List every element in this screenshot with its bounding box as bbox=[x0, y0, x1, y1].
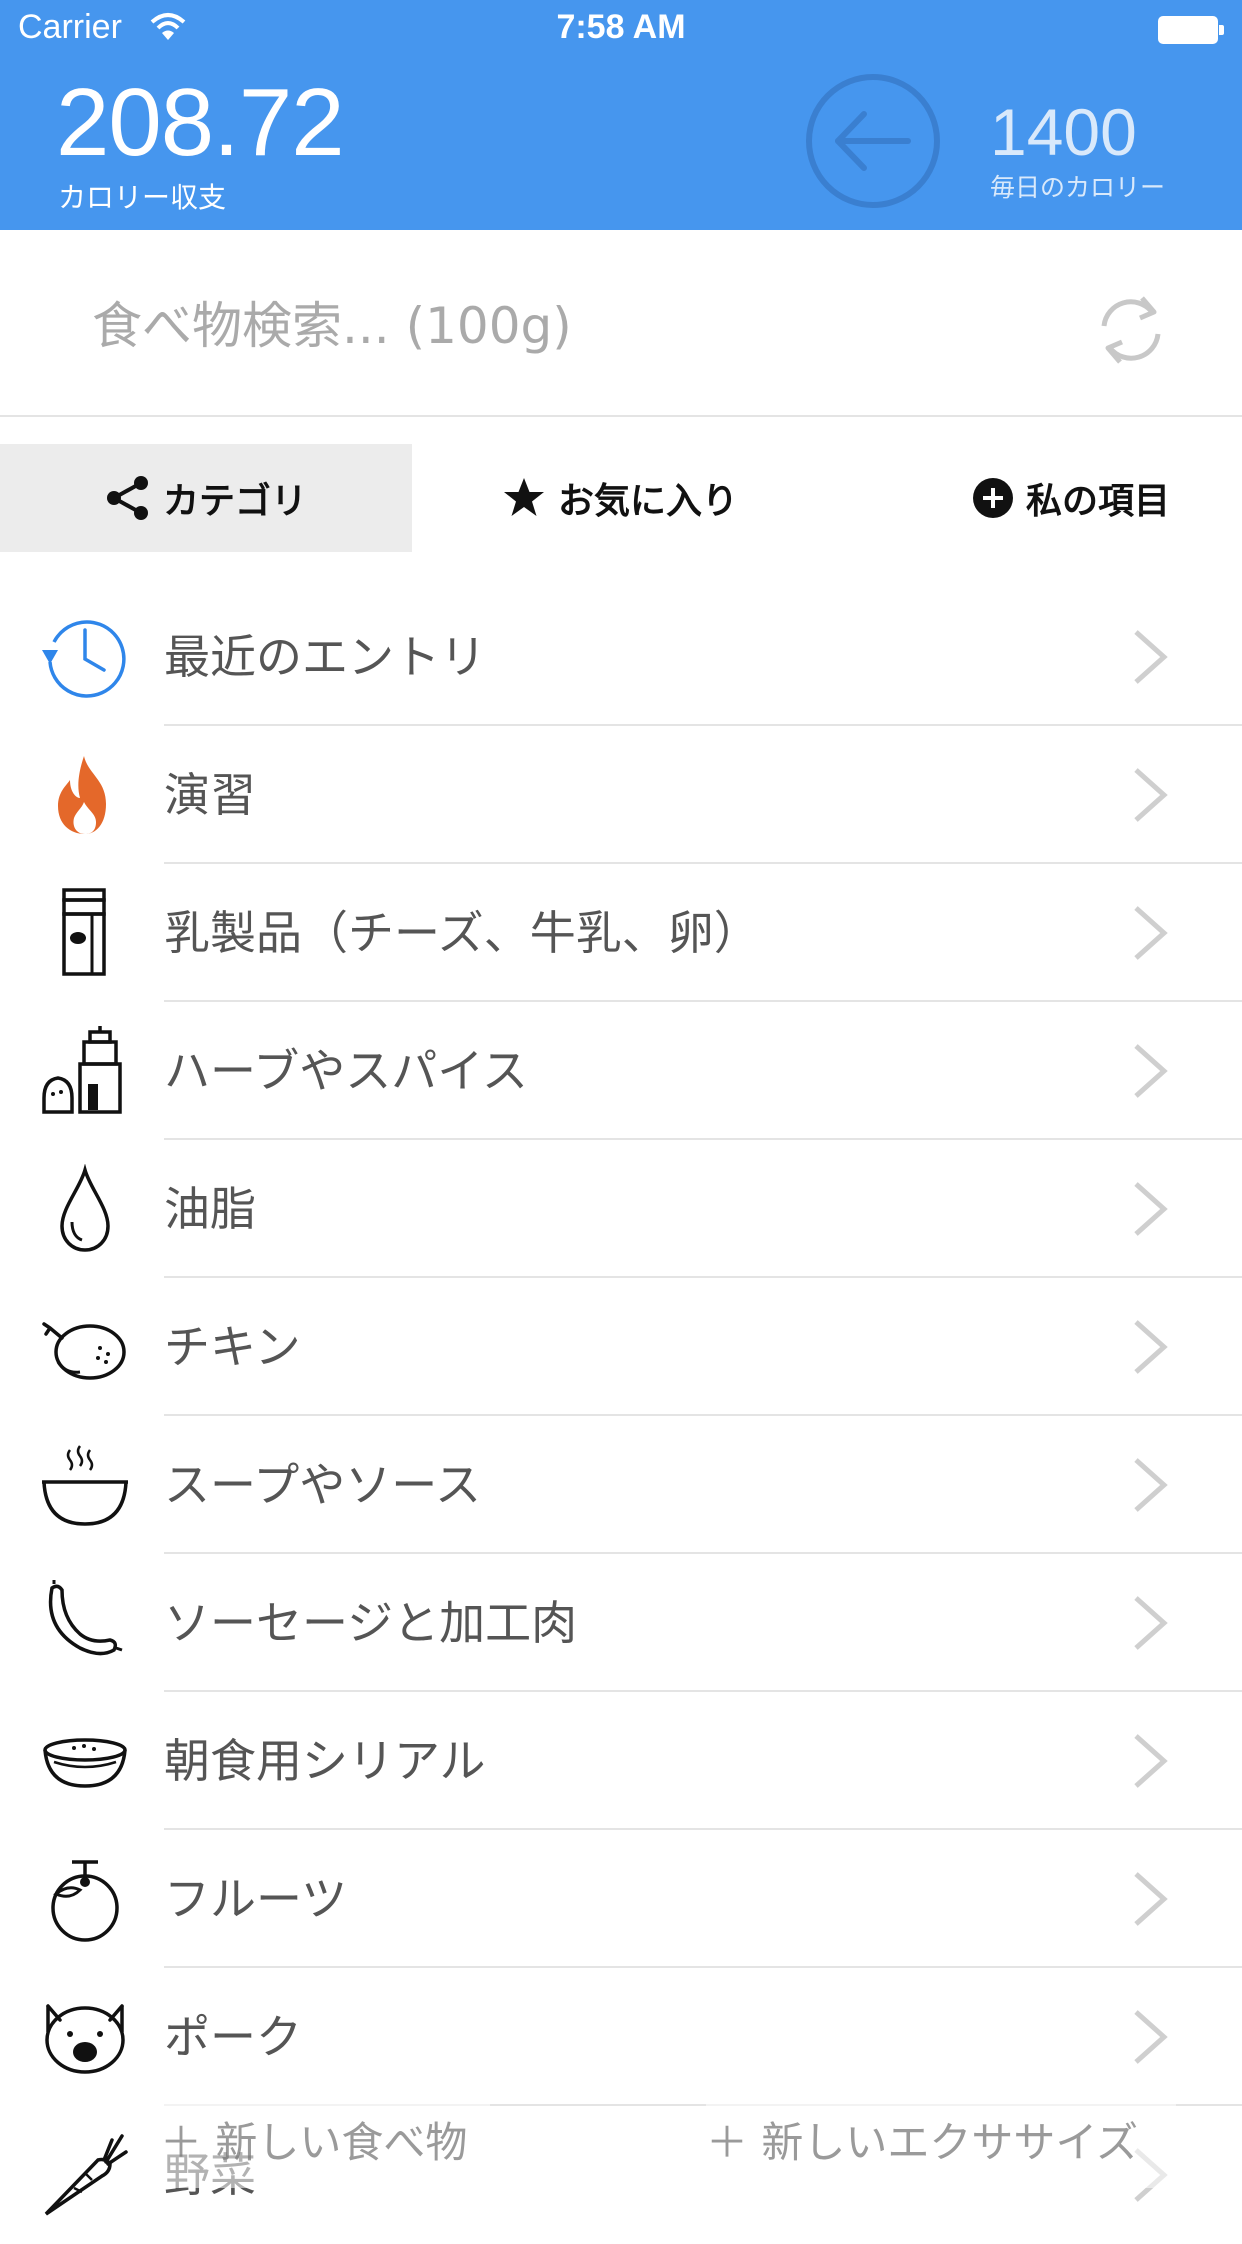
new-exercise-label: 新しいエクササイズ bbox=[761, 2118, 1139, 2167]
plus-icon: ＋ bbox=[160, 2118, 203, 2167]
category-recent-entries[interactable]: 最近のエントリ bbox=[0, 588, 1242, 726]
tab-my-items-label: 私の項目 bbox=[1025, 481, 1170, 522]
calorie-balance-label: カロリー収支 bbox=[58, 181, 227, 214]
category-herbs-spices[interactable]: ハーブやスパイス bbox=[0, 1002, 1242, 1140]
category-label: スープやソース bbox=[164, 1458, 481, 1512]
category-breakfast-cereals[interactable]: 朝食用シリアル bbox=[0, 1692, 1242, 1830]
category-label: 乳製品（チーズ、牛乳、卵） bbox=[164, 906, 760, 960]
category-fruits[interactable]: フルーツ bbox=[0, 1830, 1242, 1968]
chevron-right-icon bbox=[1134, 630, 1168, 684]
category-label: 油脂 bbox=[164, 1182, 256, 1236]
bottom-actions: ＋ 新しい食べ物 ＋ 新しいエクササイズ bbox=[0, 2098, 1242, 2188]
category-label: ハーブやスパイス bbox=[164, 1044, 528, 1098]
category-label: 朝食用シリアル bbox=[164, 1734, 486, 1788]
tab-categories-label: カテゴリ bbox=[162, 481, 307, 522]
new-exercise-button[interactable]: ＋ 新しいエクササイズ bbox=[706, 2098, 1176, 2188]
share-icon bbox=[106, 476, 148, 520]
chevron-right-icon bbox=[1134, 906, 1168, 960]
battery-icon bbox=[1158, 16, 1224, 44]
pig-icon bbox=[45, 2004, 125, 2074]
category-sausages[interactable]: ソーセージと加工肉 bbox=[0, 1554, 1242, 1692]
category-label: ポーク bbox=[164, 2010, 302, 2064]
fruit-icon bbox=[51, 1860, 119, 1942]
daily-calories-label: 毎日のカロリー bbox=[990, 173, 1166, 202]
chevron-right-icon bbox=[1134, 1182, 1168, 1236]
fire-icon bbox=[58, 756, 106, 834]
category-pork[interactable]: ポーク bbox=[0, 1968, 1242, 2106]
roast-chicken-icon bbox=[42, 1322, 126, 1380]
tab-favorites-label: お気に入り bbox=[557, 481, 738, 522]
category-label: フルーツ bbox=[164, 1872, 348, 1926]
status-time: 7:58 AM bbox=[556, 8, 686, 46]
calorie-balance-value: 208.72 bbox=[56, 69, 345, 176]
app-header: Carrier 7:58 AM 208.72 カロリー収支 1400 毎日のカロ… bbox=[0, 0, 1242, 230]
search-row bbox=[0, 230, 1242, 417]
tab-categories[interactable]: カテゴリ bbox=[0, 444, 412, 552]
chevron-right-icon bbox=[1134, 768, 1168, 822]
chevron-right-icon bbox=[1134, 1734, 1168, 1788]
history-clock-icon bbox=[42, 620, 126, 698]
spice-grinder-icon bbox=[42, 1026, 122, 1114]
sausage-icon bbox=[48, 1580, 123, 1656]
category-label: 演習 bbox=[164, 768, 256, 822]
category-oils-fats[interactable]: 油脂 bbox=[0, 1140, 1242, 1278]
oil-drop-icon bbox=[60, 1164, 110, 1252]
category-chicken[interactable]: チキン bbox=[0, 1278, 1242, 1416]
category-label: ソーセージと加工肉 bbox=[164, 1596, 578, 1650]
plus-icon: ＋ bbox=[706, 2118, 749, 2167]
category-exercise[interactable]: 演習 bbox=[0, 726, 1242, 864]
category-tabs: カテゴリ お気に入り 私の項目 bbox=[0, 444, 1242, 552]
chevron-right-icon bbox=[1134, 1320, 1168, 1374]
new-food-button[interactable]: ＋ 新しい食べ物 bbox=[160, 2098, 490, 2188]
back-arrow-icon[interactable] bbox=[804, 72, 942, 210]
chevron-right-icon bbox=[1134, 1872, 1168, 1926]
chevron-right-icon bbox=[1134, 1458, 1168, 1512]
soup-bowl-icon bbox=[42, 1445, 128, 1526]
status-bar: Carrier 7:58 AM bbox=[0, 0, 1242, 60]
category-soups-sauces[interactable]: スープやソース bbox=[0, 1416, 1242, 1554]
daily-calories-value[interactable]: 1400 bbox=[990, 94, 1137, 170]
milk-carton-icon bbox=[62, 888, 106, 976]
food-search-input[interactable] bbox=[90, 290, 994, 362]
chevron-right-icon bbox=[1134, 2010, 1168, 2064]
tab-favorites[interactable]: お気に入り bbox=[440, 444, 800, 552]
plus-circle-icon bbox=[972, 478, 1013, 518]
category-label: チキン bbox=[164, 1320, 301, 1374]
tab-my-items[interactable]: 私の項目 bbox=[900, 444, 1242, 552]
cereal-bowl-icon bbox=[43, 1738, 127, 1788]
category-label: 最近のエントリ bbox=[164, 630, 486, 684]
category-dairy[interactable]: 乳製品（チーズ、牛乳、卵） bbox=[0, 864, 1242, 1002]
new-food-label: 新しい食べ物 bbox=[215, 2118, 468, 2167]
star-icon bbox=[503, 478, 544, 516]
chevron-right-icon bbox=[1134, 1044, 1168, 1098]
chevron-right-icon bbox=[1134, 1596, 1168, 1650]
refresh-icon[interactable] bbox=[1096, 290, 1166, 370]
